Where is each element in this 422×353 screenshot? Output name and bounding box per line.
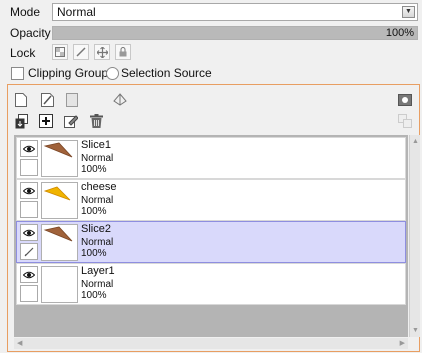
layer-blend-mode: Normal (81, 153, 114, 164)
scroll-left-icon[interactable]: ◀ (17, 339, 22, 347)
lock-transparency-icon[interactable] (52, 44, 68, 60)
quick-mask-icon[interactable] (397, 92, 413, 108)
layer-blend-mode: Normal (81, 195, 114, 206)
add-mask-icon[interactable] (38, 113, 54, 129)
layer-blend-mode: Normal (81, 237, 114, 248)
layer-name: cheese (81, 181, 117, 193)
scroll-right-icon[interactable]: ▶ (400, 339, 405, 347)
vertical-scrollbar[interactable]: ▲ ▼ (409, 135, 420, 337)
layer-thumbnail (41, 266, 78, 303)
lock-paint-icon[interactable] (73, 44, 89, 60)
layer-panel: Slice1 Normal 100% cheese Normal 100% Sl… (7, 84, 420, 352)
opacity-value: 100% (385, 27, 414, 39)
clipping-group-label: Clipping Group (28, 66, 109, 80)
scroll-down-icon[interactable]: ▼ (412, 327, 419, 334)
layer-thumbnail (41, 140, 78, 177)
multi-select-icon[interactable] (397, 113, 413, 129)
eye-icon[interactable] (20, 140, 38, 157)
layer-row-cheese[interactable]: cheese Normal 100% (16, 179, 406, 221)
layer-thumbnail (41, 182, 78, 219)
horizontal-scrollbar[interactable]: ◀ ▶ (14, 338, 408, 349)
layer-thumbnail (41, 224, 78, 261)
layer-settings-icon[interactable] (112, 92, 128, 108)
mode-select[interactable]: Normal ▼ (52, 3, 418, 21)
selection-source-radio[interactable] (106, 67, 119, 80)
pencil-icon[interactable] (20, 243, 38, 260)
mode-label: Mode (10, 5, 41, 19)
layer-row-slice1[interactable]: Slice1 Normal 100% (16, 137, 406, 179)
edit-target-box[interactable] (20, 201, 38, 218)
edit-target-box[interactable] (20, 285, 38, 302)
layer-list: Slice1 Normal 100% cheese Normal 100% Sl… (14, 135, 408, 337)
chevron-down-icon[interactable]: ▼ (402, 6, 415, 18)
clipping-group-checkbox[interactable] (11, 67, 24, 80)
layer-name: Layer1 (81, 265, 115, 277)
lock-move-icon[interactable] (94, 44, 110, 60)
eye-icon[interactable] (20, 182, 38, 199)
layer-opacity: 100% (81, 248, 107, 259)
lock-label: Lock (10, 46, 36, 60)
layer-opacity: 100% (81, 164, 107, 175)
clear-layer-icon[interactable] (63, 113, 79, 129)
opacity-label: Opacity (10, 26, 51, 40)
opacity-slider[interactable]: 100% (52, 26, 418, 40)
eye-icon[interactable] (20, 224, 38, 241)
new-layer-icon[interactable] (13, 92, 29, 108)
layer-blend-mode: Normal (81, 279, 114, 290)
layer-row-layer1[interactable]: Layer1 Normal 100% (16, 263, 406, 305)
selection-source-label: Selection Source (121, 66, 212, 80)
scroll-up-icon[interactable]: ▲ (412, 138, 419, 145)
new-vector-layer-icon[interactable] (40, 92, 56, 108)
eye-icon[interactable] (20, 266, 38, 283)
layer-opacity: 100% (81, 206, 107, 217)
new-folder-icon[interactable] (64, 92, 80, 108)
lock-all-icon[interactable] (115, 44, 131, 60)
layer-row-slice2[interactable]: Slice2 Normal 100% (16, 221, 406, 263)
edit-target-box[interactable] (20, 159, 38, 176)
merge-down-icon[interactable] (14, 113, 30, 129)
mode-value: Normal (57, 5, 96, 19)
layer-name: Slice1 (81, 139, 111, 151)
opacity-slider-fill (53, 27, 417, 39)
layer-name: Slice2 (81, 223, 111, 235)
trash-icon[interactable] (88, 113, 104, 129)
layer-opacity: 100% (81, 290, 107, 301)
